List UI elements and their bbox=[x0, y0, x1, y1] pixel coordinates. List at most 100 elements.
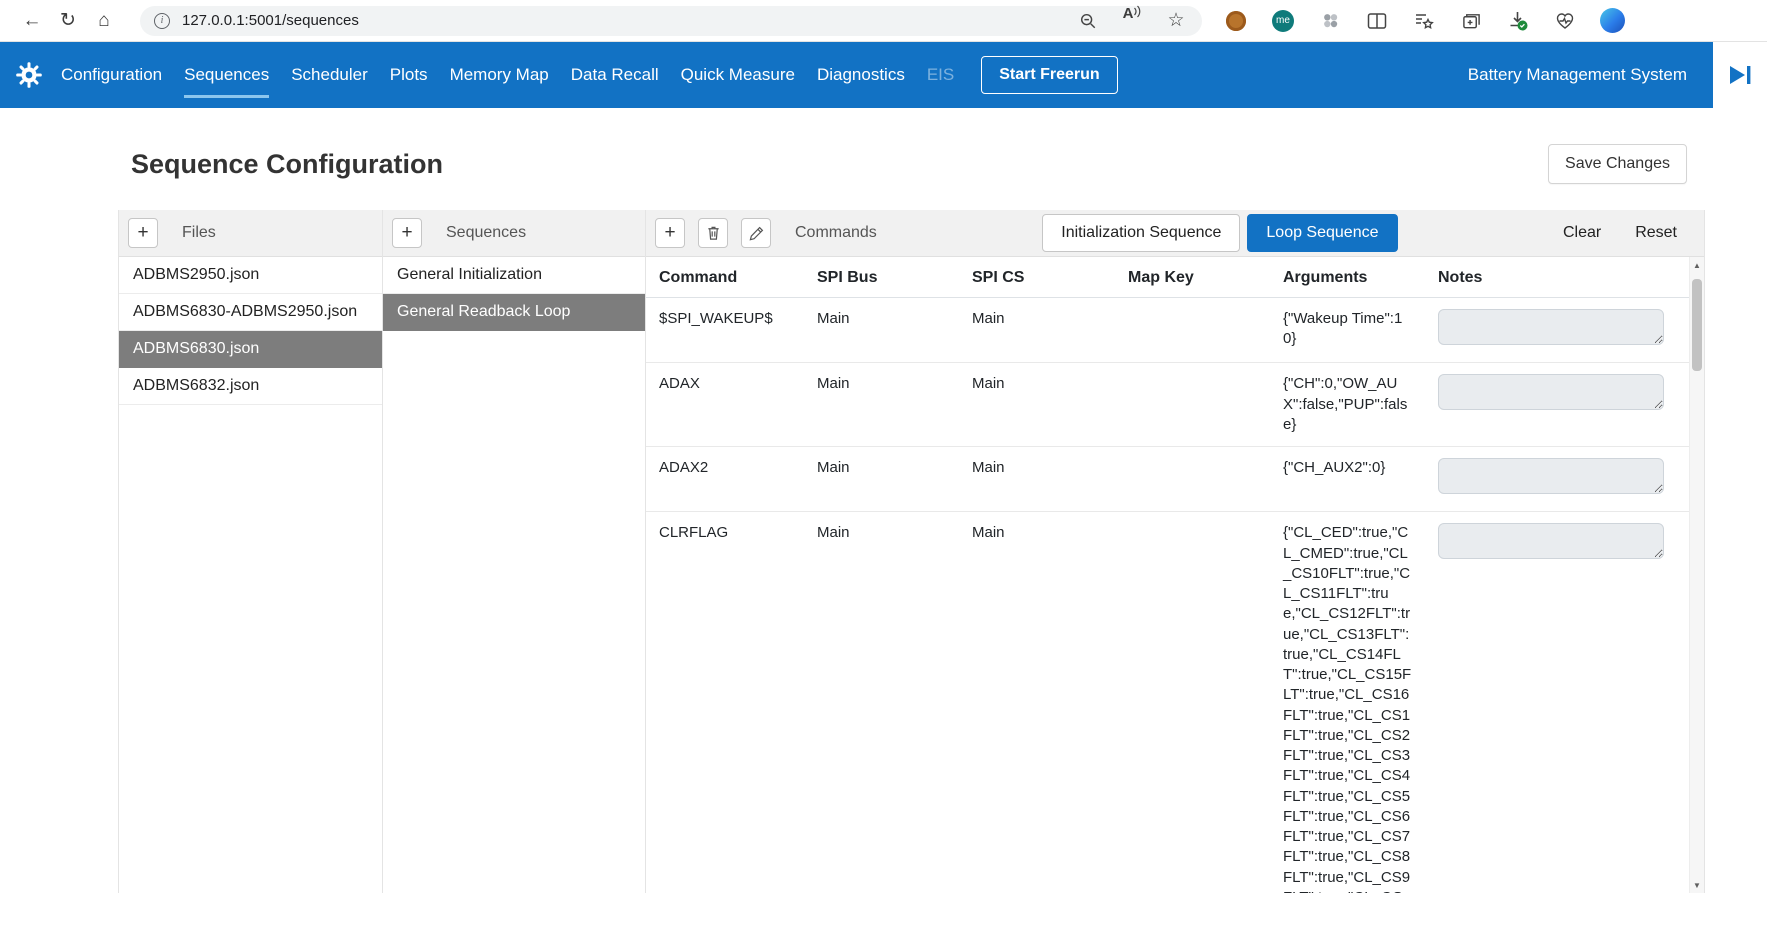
command-row[interactable]: ADAX2MainMain{"CH_AUX2":0} bbox=[646, 447, 1689, 512]
split-screen-icon[interactable] bbox=[1363, 7, 1391, 35]
commands-scrollbar[interactable]: ▲ ▼ bbox=[1689, 257, 1704, 893]
file-list-item[interactable]: ADBMS6832.json bbox=[119, 368, 382, 405]
commands-panel: + Commands Initialization Sequence Loop … bbox=[646, 210, 1705, 893]
column-header-spi-bus: SPI Bus bbox=[804, 257, 959, 298]
cell-spi-bus: Main bbox=[804, 298, 959, 363]
commands-table-wrap: CommandSPI BusSPI CSMap KeyArgumentsNote… bbox=[646, 257, 1689, 893]
download-done-icon[interactable] bbox=[1504, 7, 1532, 35]
address-bar[interactable]: i 127.0.0.1:5001/sequences A ☆ bbox=[140, 6, 1202, 36]
app-navbar: ConfigurationSequencesSchedulerPlotsMemo… bbox=[0, 42, 1767, 108]
notes-input[interactable] bbox=[1438, 309, 1664, 345]
commands-table-header-row: CommandSPI BusSPI CSMap KeyArgumentsNote… bbox=[646, 257, 1689, 298]
cell-arguments: {"CL_CED":true,"CL_CMED":true,"CL_CS10FL… bbox=[1270, 512, 1425, 893]
cell-notes bbox=[1425, 447, 1689, 512]
nav-item-quick-measure[interactable]: Quick Measure bbox=[670, 42, 806, 108]
zoom-out-icon[interactable] bbox=[1076, 5, 1100, 37]
cell-arguments: {"Wakeup Time":10} bbox=[1270, 298, 1425, 363]
edit-command-button[interactable] bbox=[741, 218, 771, 248]
cell-notes bbox=[1425, 363, 1689, 447]
sequence-list-item[interactable]: General Readback Loop bbox=[383, 294, 645, 331]
read-aloud-icon[interactable]: A bbox=[1120, 5, 1144, 37]
notes-input[interactable] bbox=[1438, 458, 1664, 494]
home-icon[interactable]: ⌂ bbox=[86, 5, 122, 37]
files-panel: + Files ADBMS2950.jsonADBMS6830-ADBMS295… bbox=[119, 210, 383, 893]
scrollbar-track[interactable] bbox=[1690, 273, 1704, 877]
extension-orange-icon[interactable] bbox=[1222, 7, 1250, 35]
column-header-notes: Notes bbox=[1425, 257, 1689, 298]
cell-spi-cs: Main bbox=[959, 512, 1115, 893]
cell-arguments: {"CH":0,"OW_AUX":false,"PUP":false} bbox=[1270, 363, 1425, 447]
cell-arguments: {"CH_AUX2":0} bbox=[1270, 447, 1425, 512]
scroll-up-icon[interactable]: ▲ bbox=[1690, 257, 1704, 273]
nav-item-data-recall[interactable]: Data Recall bbox=[560, 42, 670, 108]
cell-notes bbox=[1425, 512, 1689, 893]
notes-input[interactable] bbox=[1438, 523, 1664, 559]
cell-command: $SPI_WAKEUP$ bbox=[646, 298, 804, 363]
extension-dots-icon[interactable] bbox=[1316, 7, 1344, 35]
add-file-button[interactable]: + bbox=[128, 218, 158, 248]
nav-item-configuration[interactable]: Configuration bbox=[50, 42, 173, 108]
me-badge-icon[interactable]: me bbox=[1269, 7, 1297, 35]
page-title: Sequence Configuration bbox=[131, 149, 443, 180]
column-header-arguments: Arguments bbox=[1270, 257, 1425, 298]
command-row[interactable]: $SPI_WAKEUP$MainMain{"Wakeup Time":10} bbox=[646, 298, 1689, 363]
file-list-item[interactable]: ADBMS2950.json bbox=[119, 257, 382, 294]
initialization-sequence-button[interactable]: Initialization Sequence bbox=[1042, 214, 1240, 252]
file-list-item[interactable]: ADBMS6830.json bbox=[119, 331, 382, 368]
app-brand: Battery Management System bbox=[1468, 65, 1687, 85]
settings-gear-icon[interactable] bbox=[16, 62, 42, 88]
nav-item-plots[interactable]: Plots bbox=[379, 42, 439, 108]
cell-command: ADAX bbox=[646, 363, 804, 447]
file-list-item[interactable]: ADBMS6830-ADBMS2950.json bbox=[119, 294, 382, 331]
refresh-icon[interactable]: ↻ bbox=[50, 5, 86, 37]
add-sequence-button[interactable]: + bbox=[392, 218, 422, 248]
sidebar-expand-button[interactable] bbox=[1713, 42, 1767, 108]
cell-notes bbox=[1425, 298, 1689, 363]
cell-map-key bbox=[1115, 298, 1270, 363]
cell-spi-cs: Main bbox=[959, 363, 1115, 447]
favorites-hub-icon[interactable] bbox=[1410, 7, 1438, 35]
files-panel-header: + Files bbox=[119, 210, 382, 257]
back-icon[interactable]: ← bbox=[14, 5, 50, 37]
add-command-button[interactable]: + bbox=[655, 218, 685, 248]
nav-item-diagnostics[interactable]: Diagnostics bbox=[806, 42, 916, 108]
notes-input[interactable] bbox=[1438, 374, 1664, 410]
files-list: ADBMS2950.jsonADBMS6830-ADBMS2950.jsonAD… bbox=[119, 257, 382, 405]
cell-spi-cs: Main bbox=[959, 298, 1115, 363]
page-header: Sequence Configuration Save Changes bbox=[0, 108, 1767, 210]
extension-area: me bbox=[1222, 7, 1626, 35]
loop-sequence-button[interactable]: Loop Sequence bbox=[1247, 214, 1397, 252]
sequences-list: General InitializationGeneral Readback L… bbox=[383, 257, 645, 331]
sequences-panel: + Sequences General InitializationGenera… bbox=[383, 210, 646, 893]
save-changes-button[interactable]: Save Changes bbox=[1548, 144, 1687, 184]
commands-table-body: $SPI_WAKEUP$MainMain{"Wakeup Time":10}AD… bbox=[646, 298, 1689, 894]
cell-spi-bus: Main bbox=[804, 512, 959, 893]
commands-table: CommandSPI BusSPI CSMap KeyArgumentsNote… bbox=[646, 257, 1689, 893]
command-row[interactable]: ADAXMainMain{"CH":0,"OW_AUX":false,"PUP"… bbox=[646, 363, 1689, 447]
sequences-panel-header: + Sequences bbox=[383, 210, 645, 257]
favorite-star-icon[interactable]: ☆ bbox=[1164, 5, 1188, 37]
sequence-list-item[interactable]: General Initialization bbox=[383, 257, 645, 294]
info-icon[interactable]: i bbox=[154, 13, 170, 29]
scroll-down-icon[interactable]: ▼ bbox=[1690, 877, 1704, 893]
url-text[interactable]: 127.0.0.1:5001/sequences bbox=[182, 12, 1076, 29]
nav-item-eis[interactable]: EIS bbox=[916, 42, 965, 108]
browser-chrome: ← ↻ ⌂ i 127.0.0.1:5001/sequences A ☆ me bbox=[0, 0, 1767, 42]
reset-button[interactable]: Reset bbox=[1635, 224, 1677, 242]
nav-item-scheduler[interactable]: Scheduler bbox=[280, 42, 379, 108]
delete-command-button[interactable] bbox=[698, 218, 728, 248]
collections-icon[interactable] bbox=[1457, 7, 1485, 35]
column-header-spi-cs: SPI CS bbox=[959, 257, 1115, 298]
command-row[interactable]: CLRFLAGMainMain{"CL_CED":true,"CL_CMED":… bbox=[646, 512, 1689, 893]
start-freerun-button[interactable]: Start Freerun bbox=[981, 56, 1117, 94]
cell-spi-cs: Main bbox=[959, 447, 1115, 512]
nav-item-memory-map[interactable]: Memory Map bbox=[439, 42, 560, 108]
clear-button[interactable]: Clear bbox=[1563, 224, 1601, 242]
edge-logo-icon[interactable] bbox=[1598, 7, 1626, 35]
nav-item-sequences[interactable]: Sequences bbox=[173, 42, 280, 108]
scrollbar-thumb[interactable] bbox=[1692, 279, 1702, 371]
browser-essentials-icon[interactable] bbox=[1551, 7, 1579, 35]
panels-container: + Files ADBMS2950.jsonADBMS6830-ADBMS295… bbox=[118, 210, 1705, 893]
column-header-map-key: Map Key bbox=[1115, 257, 1270, 298]
nav-items: ConfigurationSequencesSchedulerPlotsMemo… bbox=[50, 42, 965, 108]
